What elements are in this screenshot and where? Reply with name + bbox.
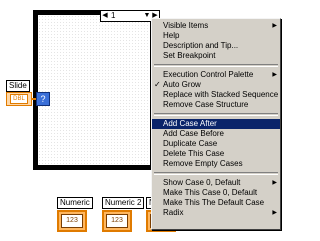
menu-item-add-case-after[interactable]: Add Case After bbox=[152, 119, 280, 129]
submenu-arrow-icon: ▶ bbox=[272, 210, 277, 216]
menu-item-label: Replace with Stacked Sequence bbox=[163, 90, 279, 99]
submenu-arrow-icon: ▶ bbox=[272, 180, 277, 186]
numeric-2-terminal[interactable]: 123 bbox=[102, 210, 132, 232]
numeric-label: Numeric bbox=[57, 197, 93, 209]
menu-item-remove-case-structure[interactable]: Remove Case Structure bbox=[152, 100, 280, 110]
submenu-arrow-icon: ▶ bbox=[272, 72, 277, 78]
menu-item-make-this-the-default-case[interactable]: Make This The Default Case bbox=[152, 198, 280, 208]
menu-item-remove-empty-cases[interactable]: Remove Empty Cases bbox=[152, 159, 280, 169]
menu-item-set-breakpoint[interactable]: Set Breakpoint bbox=[152, 51, 280, 61]
menu-item-execution-control-palette[interactable]: Execution Control Palette ▶ bbox=[152, 70, 280, 80]
slide-label: Slide bbox=[6, 80, 30, 92]
decrement-arrow-icon[interactable]: ◀ bbox=[101, 11, 109, 21]
slide-terminal[interactable]: DBL bbox=[6, 92, 32, 106]
numeric-terminal-value: 123 bbox=[61, 214, 83, 228]
menu-item-delete-this-case[interactable]: Delete This Case bbox=[152, 149, 280, 159]
menu-item-replace-with-stacked-sequence[interactable]: Replace with Stacked Sequence bbox=[152, 90, 280, 100]
menu-item-label: Make This Case 0, Default bbox=[163, 188, 258, 197]
menu-item-label: Make This The Default Case bbox=[163, 198, 265, 207]
menu-item-auto-grow[interactable]: ✓ Auto Grow bbox=[152, 80, 280, 90]
menu-item-label: Set Breakpoint bbox=[163, 51, 216, 60]
menu-item-label: Remove Empty Cases bbox=[163, 159, 243, 168]
menu-item-label: Remove Case Structure bbox=[163, 100, 249, 109]
menu-separator bbox=[154, 172, 278, 175]
menu-item-label: Add Case Before bbox=[163, 129, 224, 138]
menu-item-label: Show Case 0, Default bbox=[163, 178, 241, 187]
checkmark-icon: ✓ bbox=[154, 80, 161, 89]
case-selector-value[interactable]: 1 bbox=[109, 11, 143, 21]
menu-item-label: Delete This Case bbox=[163, 149, 225, 158]
dropdown-arrow-icon[interactable]: ▼ bbox=[143, 11, 151, 21]
numeric-terminal[interactable]: 123 bbox=[57, 210, 87, 232]
menu-item-label: Auto Grow bbox=[163, 80, 201, 89]
menu-item-make-this-case-0-default[interactable]: Make This Case 0, Default bbox=[152, 188, 280, 198]
menu-item-label: Help bbox=[163, 31, 180, 40]
menu-separator bbox=[154, 64, 278, 67]
menu-item-label: Visible Items bbox=[163, 21, 209, 30]
menu-item-visible-items[interactable]: Visible Items ▶ bbox=[152, 21, 280, 31]
menu-item-label: Duplicate Case bbox=[163, 139, 218, 148]
submenu-arrow-icon: ▶ bbox=[272, 23, 277, 29]
menu-item-label: Radix bbox=[163, 208, 184, 217]
menu-item-help[interactable]: Help bbox=[152, 31, 280, 41]
menu-separator bbox=[154, 113, 278, 116]
menu-item-label: Add Case After bbox=[163, 119, 217, 128]
menu-item-show-case-0-default[interactable]: Show Case 0, Default ▶ bbox=[152, 178, 280, 188]
menu-item-add-case-before[interactable]: Add Case Before bbox=[152, 129, 280, 139]
case-structure[interactable] bbox=[33, 10, 155, 170]
case-selector-terminal[interactable]: ? bbox=[36, 92, 50, 106]
menu-item-description-and-tip[interactable]: Description and Tip... bbox=[152, 41, 280, 51]
numeric-2-terminal-value: 123 bbox=[106, 214, 128, 228]
context-menu: Visible Items ▶ Help Description and Tip… bbox=[151, 18, 281, 230]
slide-terminal-type: DBL bbox=[10, 94, 28, 104]
numeric-2-label: Numeric 2 bbox=[102, 197, 145, 209]
menu-item-duplicate-case[interactable]: Duplicate Case bbox=[152, 139, 280, 149]
menu-item-label: Description and Tip... bbox=[163, 41, 239, 50]
menu-item-label: Execution Control Palette bbox=[163, 70, 254, 79]
menu-item-radix[interactable]: Radix ▶ bbox=[152, 208, 280, 218]
